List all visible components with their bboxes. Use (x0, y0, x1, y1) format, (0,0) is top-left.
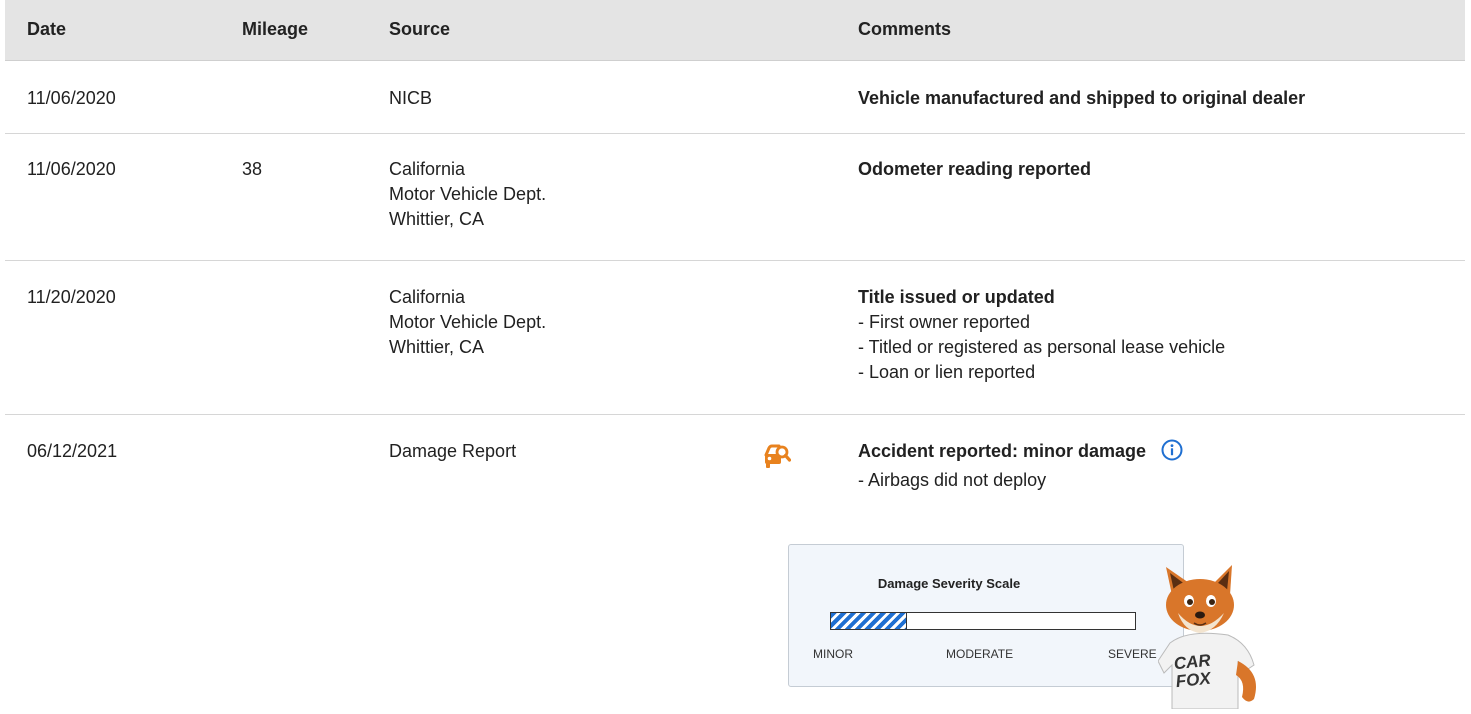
table-header: Date Mileage Source Comments (5, 0, 1465, 61)
row-source: Damage Report (389, 439, 516, 464)
comment-title: Vehicle manufactured and shipped to orig… (858, 88, 1306, 108)
table-row: 11/06/2020 38 California Motor Vehicle D… (5, 133, 1465, 261)
source-line: Damage Report (389, 441, 517, 461)
severity-bar (830, 612, 1136, 630)
source-line: Whittier, CA (389, 337, 485, 357)
row-date: 11/20/2020 (27, 287, 116, 307)
carfox-mascot: CAR FOX (1157, 565, 1268, 710)
row-date: 11/06/2020 (27, 159, 116, 179)
damage-severity-scale: Damage Severity Scale MINOR MODERATE SEV… (788, 544, 1184, 687)
row-date: 06/12/2021 (27, 441, 118, 461)
severity-bar-fill (831, 613, 907, 629)
comment-title: Title issued or updated (858, 287, 1055, 307)
svg-text:FOX: FOX (1175, 668, 1213, 691)
row-comments: Accident reported: minor damage - Airbag… (858, 439, 1183, 493)
scale-title: Damage Severity Scale (877, 576, 1021, 591)
source-line: California (389, 287, 466, 307)
row-source: California Motor Vehicle Dept. Whittier,… (389, 157, 546, 232)
table-row: 11/20/2020 California Motor Vehicle Dept… (5, 260, 1465, 415)
header-date: Date (27, 19, 67, 39)
damage-search-icon (763, 443, 792, 471)
comment-detail: - Airbags did not deploy (858, 470, 1047, 490)
row-comments: Vehicle manufactured and shipped to orig… (858, 86, 1305, 111)
row-comments: Title issued or updated - First owner re… (858, 285, 1225, 385)
comment-detail: - Titled or registered as personal lease… (858, 337, 1226, 357)
scale-label-minor: MINOR (813, 647, 853, 661)
comment-detail: - Loan or lien reported (858, 362, 1036, 382)
source-line: Motor Vehicle Dept. (389, 184, 547, 204)
source-line: California (389, 159, 466, 179)
comment-title: Odometer reading reported (858, 159, 1092, 179)
info-icon[interactable] (1161, 439, 1183, 468)
row-comments: Odometer reading reported (858, 157, 1091, 182)
scale-label-moderate: MODERATE (946, 647, 1014, 661)
comment-title: Accident reported: minor damage (858, 441, 1147, 461)
header-mileage: Mileage (242, 19, 309, 39)
row-date: 11/06/2020 (27, 88, 116, 108)
table-row: 11/06/2020 NICB Vehicle manufactured and… (5, 60, 1465, 134)
scale-label-severe: SEVERE (1108, 647, 1157, 661)
header-comments: Comments (858, 19, 952, 39)
source-line: NICB (389, 88, 433, 108)
row-mileage: 38 (242, 159, 263, 179)
source-line: Motor Vehicle Dept. (389, 312, 547, 332)
source-line: Whittier, CA (389, 209, 485, 229)
header-source: Source (389, 19, 451, 39)
comment-detail: - First owner reported (858, 312, 1031, 332)
row-source: California Motor Vehicle Dept. Whittier,… (389, 285, 546, 360)
row-source: NICB (389, 86, 432, 111)
comment-title-wrap: Accident reported: minor damage (858, 439, 1183, 468)
